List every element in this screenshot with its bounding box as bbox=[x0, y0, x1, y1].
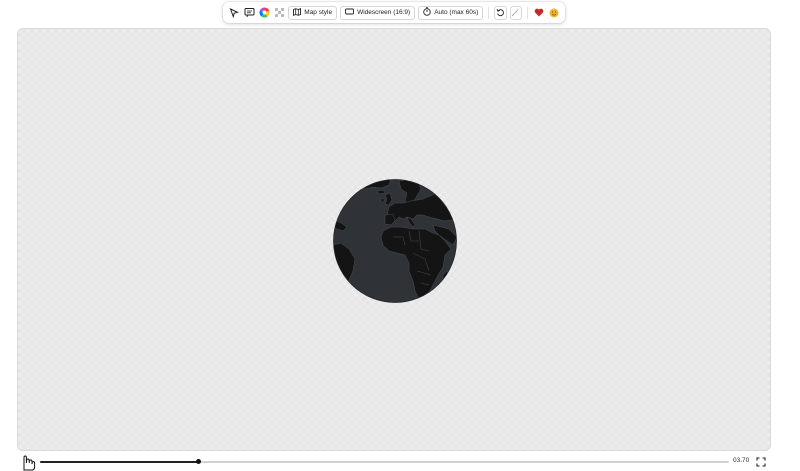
duration-label: Auto (max 60s) bbox=[434, 9, 479, 16]
magic-wand-icon bbox=[511, 4, 520, 22]
widescreen-icon bbox=[345, 8, 355, 17]
current-time: 03.70 bbox=[733, 457, 750, 464]
emoji-face-icon[interactable] bbox=[548, 5, 560, 21]
duration-button[interactable]: Auto (max 60s) bbox=[418, 5, 484, 20]
timer-icon bbox=[423, 7, 431, 18]
fullscreen-icon[interactable] bbox=[756, 457, 766, 467]
divider bbox=[527, 6, 528, 19]
comment-icon[interactable] bbox=[243, 5, 255, 21]
timeline-playhead[interactable] bbox=[195, 459, 201, 464]
map-style-label: Map style bbox=[304, 9, 333, 16]
timeline-scrubber[interactable] bbox=[40, 459, 729, 464]
aspect-ratio-button[interactable]: Widescreen (16:9) bbox=[340, 5, 416, 20]
color-wheel-icon[interactable] bbox=[258, 5, 270, 21]
globe-map[interactable] bbox=[333, 179, 457, 303]
timeline-progress-fill bbox=[40, 461, 199, 463]
cursor-arrow-icon[interactable] bbox=[228, 5, 240, 21]
heart-icon[interactable] bbox=[533, 5, 545, 21]
map-canvas[interactable] bbox=[17, 28, 771, 451]
aspect-ratio-label: Widescreen (16:9) bbox=[357, 9, 411, 16]
divider bbox=[488, 6, 490, 19]
map-style-button[interactable]: Map style bbox=[288, 5, 338, 20]
reset-button[interactable] bbox=[494, 4, 507, 22]
pattern-icon[interactable] bbox=[273, 5, 285, 21]
hand-pointer-icon[interactable] bbox=[21, 455, 39, 471]
magic-wand-button[interactable] bbox=[509, 4, 523, 22]
top-toolbar: Map style Widescreen (16:9) Auto (max 60… bbox=[223, 2, 565, 23]
rotate-ccw-icon bbox=[496, 4, 505, 22]
timeline-bar: 03.70 bbox=[0, 452, 800, 471]
map-icon bbox=[293, 7, 302, 18]
